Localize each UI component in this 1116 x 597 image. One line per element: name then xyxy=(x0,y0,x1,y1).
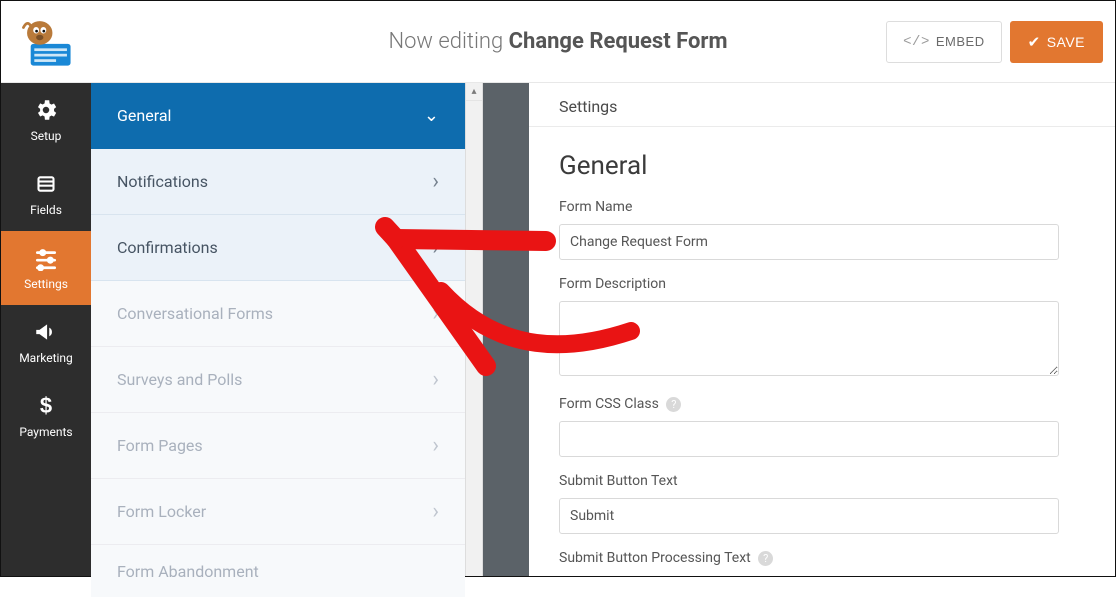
wpforms-logo-icon xyxy=(18,13,76,71)
gear-icon xyxy=(33,97,59,123)
sliders-icon xyxy=(33,245,59,271)
title-prefix: Now editing xyxy=(388,29,508,54)
form-css-input[interactable] xyxy=(559,421,1059,457)
icon-sidebar: Setup Fields Settings Marketing xyxy=(1,83,91,576)
field-submit-processing: Submit Button Processing Text ? xyxy=(529,540,1089,566)
sidebar-item-label: Payments xyxy=(19,425,72,439)
sidebar-item-settings[interactable]: Settings xyxy=(1,231,91,305)
sidebar-item-label: Setup xyxy=(31,129,62,143)
help-icon[interactable]: ? xyxy=(758,551,773,566)
field-form-css-class: Form CSS Class ? xyxy=(529,386,1089,463)
form-css-label-text: Form CSS Class xyxy=(559,396,659,412)
subnav-item-form-locker[interactable]: Form Locker xyxy=(91,479,465,545)
subnav-item-surveys-polls[interactable]: Surveys and Polls xyxy=(91,347,465,413)
svg-text:$: $ xyxy=(40,394,52,418)
form-title: Change Request Form xyxy=(509,29,728,54)
panel-breadcrumb: Settings xyxy=(529,89,1115,127)
sidebar-item-marketing[interactable]: Marketing xyxy=(1,305,91,379)
code-icon: </> xyxy=(903,34,930,50)
submit-text-input[interactable] xyxy=(559,498,1059,534)
sidebar-item-setup[interactable]: Setup xyxy=(1,83,91,157)
subnav-item-label: Surveys and Polls xyxy=(117,370,242,389)
form-description-label: Form Description xyxy=(559,276,1059,292)
subnav-item-label: Notifications xyxy=(117,172,208,191)
subnav-item-label: Form Pages xyxy=(117,436,203,455)
logo xyxy=(17,12,77,72)
bullhorn-icon xyxy=(33,319,59,345)
field-submit-text: Submit Button Text xyxy=(529,463,1089,540)
submit-processing-label-text: Submit Button Processing Text xyxy=(559,550,751,566)
settings-subnav: General Notifications Confirmations Conv… xyxy=(91,83,465,576)
list-icon xyxy=(33,171,59,197)
check-icon: ✔ xyxy=(1028,33,1041,51)
subnav-item-form-abandonment[interactable]: Form Abandonment xyxy=(91,545,465,597)
chevron-down-icon xyxy=(424,105,439,126)
top-bar: Now editing Change Request Form </> EMBE… xyxy=(1,1,1115,83)
subnav-item-confirmations[interactable]: Confirmations xyxy=(91,215,465,281)
preview-gutter xyxy=(483,83,529,576)
section-title: General xyxy=(529,127,1115,189)
save-button[interactable]: ✔ SAVE xyxy=(1010,21,1103,63)
field-form-description: Form Description xyxy=(529,266,1089,386)
chevron-right-icon xyxy=(432,433,439,458)
form-description-input[interactable] xyxy=(559,301,1059,376)
subnav-item-label: Form Locker xyxy=(117,502,206,521)
subnav-item-label: Form Abandonment xyxy=(117,562,259,581)
form-css-label: Form CSS Class ? xyxy=(559,396,1059,412)
sidebar-item-label: Settings xyxy=(24,277,68,291)
field-form-name: Form Name xyxy=(529,189,1089,266)
chevron-right-icon xyxy=(432,367,439,392)
sidebar-item-label: Marketing xyxy=(19,351,73,365)
top-actions: </> EMBED ✔ SAVE xyxy=(886,21,1103,63)
chevron-right-icon xyxy=(432,301,439,326)
subnav-item-general[interactable]: General xyxy=(91,83,465,149)
settings-panel: Settings General Form Name Form Descript… xyxy=(529,83,1115,576)
subnav-item-label: General xyxy=(117,106,171,125)
embed-label: EMBED xyxy=(936,34,985,49)
sidebar-item-payments[interactable]: $ Payments xyxy=(1,379,91,453)
chevron-right-icon xyxy=(432,235,439,260)
form-name-label: Form Name xyxy=(559,199,1059,215)
subnav-container: General Notifications Confirmations Conv… xyxy=(91,83,483,576)
chevron-right-icon xyxy=(432,499,439,524)
submit-processing-label: Submit Button Processing Text ? xyxy=(559,550,1059,566)
sidebar-item-label: Fields xyxy=(30,203,62,217)
dollar-icon: $ xyxy=(33,393,59,419)
save-label: SAVE xyxy=(1047,34,1085,50)
submit-text-label: Submit Button Text xyxy=(559,473,1059,489)
subnav-item-form-pages[interactable]: Form Pages xyxy=(91,413,465,479)
subnav-item-notifications[interactable]: Notifications xyxy=(91,149,465,215)
subnav-item-conversational-forms[interactable]: Conversational Forms xyxy=(91,281,465,347)
sidebar-item-fields[interactable]: Fields xyxy=(1,157,91,231)
subnav-item-label: Conversational Forms xyxy=(117,304,273,323)
subnav-item-label: Confirmations xyxy=(117,238,218,257)
help-icon[interactable]: ? xyxy=(666,397,681,412)
scrollbar-track[interactable]: ▴ xyxy=(465,83,483,576)
embed-button[interactable]: </> EMBED xyxy=(886,21,1001,63)
form-name-input[interactable] xyxy=(559,224,1059,260)
chevron-right-icon xyxy=(432,169,439,194)
scroll-up-arrow-icon[interactable]: ▴ xyxy=(466,83,482,101)
